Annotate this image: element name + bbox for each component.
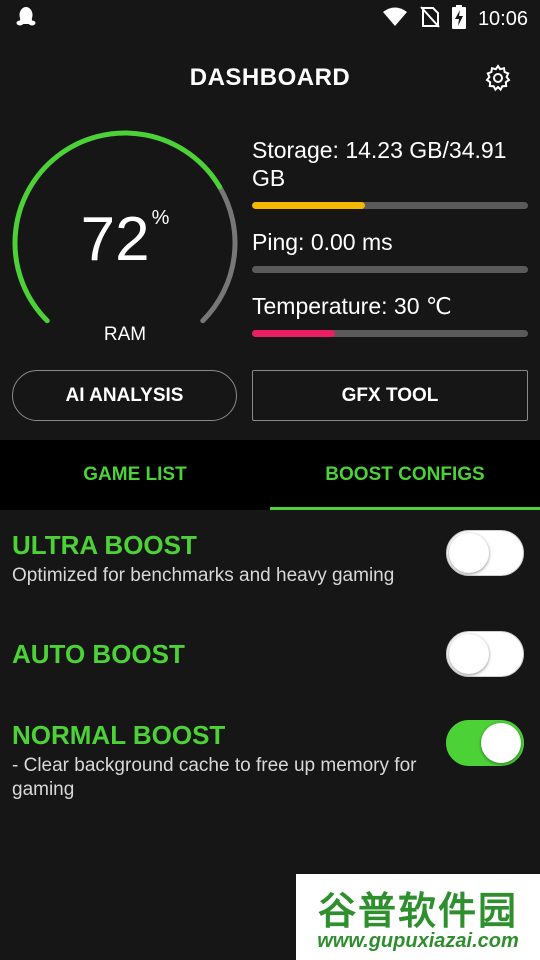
- tab-boost-configs[interactable]: BOOST CONFIGS: [270, 440, 540, 510]
- ping-bar: [252, 266, 528, 273]
- boost-item-ultra: ULTRA BOOST Optimized for benchmarks and…: [12, 530, 528, 588]
- temperature-bar: [252, 330, 528, 337]
- temperature-bar-fill: [252, 330, 335, 337]
- boost-item-normal: NORMAL BOOST - Clear background cache to…: [12, 720, 528, 802]
- tab-game-list[interactable]: GAME LIST: [0, 440, 270, 510]
- ram-gauge: 72% RAM: [10, 128, 240, 358]
- storage-bar-fill: [252, 202, 366, 209]
- toggle-knob: [481, 723, 521, 763]
- ultra-boost-toggle[interactable]: [446, 530, 524, 576]
- qq-penguin-icon: [16, 6, 36, 33]
- page-title: DASHBOARD: [189, 64, 351, 91]
- storage-stat: Storage: 14.23 GB/34.91 GB: [252, 136, 528, 209]
- watermark-url: www.gupuxiazai.com: [317, 930, 519, 952]
- watermark-text: 谷普软件园: [317, 891, 518, 933]
- storage-bar: [252, 202, 528, 209]
- ram-label: RAM: [103, 324, 147, 345]
- app-root: 10:06 DASHBOARD 72% RAM Storage: 14.23 G…: [0, 0, 540, 960]
- ping-stat: Ping: 0.00 ms: [252, 228, 528, 273]
- ai-analysis-button[interactable]: AI ANALYSIS: [12, 370, 237, 421]
- gfx-tool-button[interactable]: GFX TOOL: [252, 370, 528, 421]
- boost-description: - Clear background cache to free up memo…: [12, 755, 417, 800]
- ram-value: 72%: [10, 208, 240, 271]
- storage-label: Storage: 14.23 GB/34.91 GB: [252, 137, 507, 191]
- boost-item-auto: AUTO BOOST: [12, 631, 528, 677]
- auto-boost-toggle[interactable]: [446, 631, 524, 677]
- gear-icon[interactable]: [484, 64, 512, 92]
- temperature-label: Temperature: 30 ℃: [252, 293, 452, 319]
- ram-percent-number: 72: [80, 205, 150, 274]
- status-bar: 10:06: [0, 0, 540, 38]
- ping-label: Ping: 0.00 ms: [252, 229, 393, 255]
- status-time: 10:06: [477, 7, 528, 30]
- watermark: 谷普软件园 www.gupuxiazai.com: [296, 874, 540, 960]
- normal-boost-toggle[interactable]: [446, 720, 524, 766]
- ram-percent-unit: %: [151, 207, 170, 229]
- tab-bar: GAME LIST BOOST CONFIGS: [0, 440, 540, 510]
- header: DASHBOARD: [0, 52, 540, 106]
- no-sim-icon: [420, 5, 440, 33]
- boost-description: Optimized for benchmarks and heavy gamin…: [12, 565, 395, 586]
- battery-charging-icon: [451, 4, 466, 34]
- wifi-icon: [382, 7, 408, 32]
- temperature-stat: Temperature: 30 ℃: [252, 292, 528, 337]
- toggle-knob: [449, 634, 489, 674]
- toggle-knob: [449, 533, 489, 573]
